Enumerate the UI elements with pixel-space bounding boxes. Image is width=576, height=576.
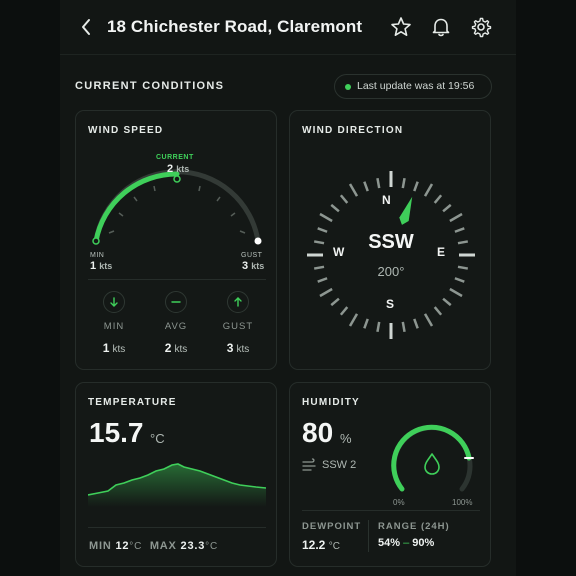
compass-tick	[363, 318, 369, 329]
gear-icon[interactable]	[470, 16, 492, 38]
compass-tick	[313, 265, 325, 270]
min-arrow-icon	[103, 291, 125, 313]
dewpoint-value: 12.2 °C	[302, 538, 340, 552]
compass-tick	[457, 240, 469, 245]
app-screen: 18 Chichester Road, Claremont CURRENT CO…	[60, 0, 516, 576]
temperature-value: 15.7	[89, 417, 144, 448]
gust-value: 3 kts	[242, 260, 265, 272]
compass-tick	[449, 287, 463, 298]
compass-tick	[457, 265, 469, 270]
divider	[302, 510, 480, 511]
temperature-sparkline	[88, 463, 266, 507]
stat-gust-label: GUST	[222, 321, 254, 332]
gust-arrow-icon	[227, 291, 249, 313]
compass-tick	[423, 183, 434, 197]
humidity-value: 80	[302, 417, 334, 448]
compass-tick	[401, 177, 406, 189]
star-icon[interactable]	[390, 16, 412, 38]
direction-value: SSW	[368, 231, 414, 253]
current-value: 2 kts	[167, 163, 190, 175]
temperature-unit: °C	[150, 431, 165, 446]
gust-label: GUST	[241, 252, 263, 259]
stat-avg-label: AVG	[164, 321, 188, 332]
bell-icon[interactable]	[430, 16, 452, 38]
card-title: TEMPERATURE	[88, 397, 177, 408]
stat-avg-value: 2 kts	[164, 341, 188, 355]
min-value: 1 kts	[90, 260, 113, 272]
last-update-badge: Last update was at 19:56	[334, 74, 492, 99]
avg-dash-icon	[165, 291, 187, 313]
compass-dial	[307, 171, 475, 339]
stat-min-label: MIN	[103, 321, 125, 332]
divider	[88, 279, 266, 280]
direction-degrees: 200°	[377, 264, 405, 279]
wind-direction-card[interactable]: WIND DIRECTION N W E S SSW 200°	[289, 110, 491, 370]
compass-tick	[339, 306, 349, 316]
gauge-max: 100%	[452, 498, 473, 507]
status-dot-icon	[345, 84, 351, 90]
dewpoint-label: DEWPOINT	[302, 521, 362, 532]
compass-tick	[319, 212, 333, 223]
compass-tick	[317, 277, 328, 283]
card-title: WIND SPEED	[88, 125, 164, 136]
compass-tick	[317, 227, 328, 233]
compass-tick	[376, 321, 381, 333]
compass-s-label: S	[386, 297, 395, 311]
compass-tick	[442, 297, 452, 307]
gauge-min: 0%	[393, 498, 405, 507]
humidity-card[interactable]: HUMIDITY 80 % SSW 2 0% 100% DEWPOINT 12.…	[289, 382, 491, 567]
last-update-text: Last update was at 19:56	[357, 80, 475, 92]
card-title: WIND DIRECTION	[302, 125, 404, 136]
range-values: 54% – 90%	[378, 537, 435, 549]
compass-tick	[442, 203, 452, 213]
compass-tick	[401, 321, 406, 333]
compass-tick	[319, 287, 333, 298]
compass-needle-icon	[399, 196, 413, 225]
temperature-range: MIN 12°C MAX 23.3°C	[89, 540, 218, 552]
compass-tick	[413, 318, 419, 329]
compass-tick	[313, 240, 325, 245]
stat-min-value: 1 kts	[102, 341, 126, 355]
compass-tick	[339, 194, 349, 204]
humidity-gauge	[391, 424, 474, 492]
compass-tick	[449, 212, 463, 223]
compass-tick	[454, 227, 465, 233]
header-bar: 18 Chichester Road, Claremont	[60, 0, 516, 55]
compass-tick	[348, 313, 359, 327]
wind-icon	[302, 458, 316, 471]
range-label: RANGE (24H)	[378, 521, 450, 532]
temperature-card[interactable]: TEMPERATURE 15.7 °C MIN 12°C MAX 23.3°C	[75, 382, 277, 567]
page-title: 18 Chichester Road, Claremont	[107, 17, 363, 36]
compass-tick	[330, 203, 340, 213]
compass-tick	[348, 183, 359, 197]
humidity-wind: SSW 2	[322, 459, 357, 471]
humidity-unit: %	[340, 431, 352, 446]
compass-tick	[413, 181, 419, 192]
current-label: CURRENT	[156, 154, 194, 161]
compass-tick	[330, 297, 340, 307]
compass-tick	[433, 306, 443, 316]
compass-tick	[376, 177, 381, 189]
compass-tick	[423, 313, 434, 327]
wind-speed-card[interactable]: WIND SPEED CURRENT 2 kts MIN 1 kts GUST …	[75, 110, 277, 370]
stat-gust-value: 3 kts	[226, 341, 250, 355]
vertical-divider	[368, 520, 369, 552]
compass-tick	[433, 194, 443, 204]
compass-n-label: N	[382, 193, 391, 207]
compass-tick	[454, 277, 465, 283]
card-title: HUMIDITY	[302, 397, 360, 408]
compass-tick	[363, 181, 369, 192]
divider	[88, 527, 266, 528]
min-label: MIN	[90, 252, 105, 259]
section-title: CURRENT CONDITIONS	[75, 80, 225, 92]
back-chevron-icon[interactable]	[78, 17, 94, 37]
